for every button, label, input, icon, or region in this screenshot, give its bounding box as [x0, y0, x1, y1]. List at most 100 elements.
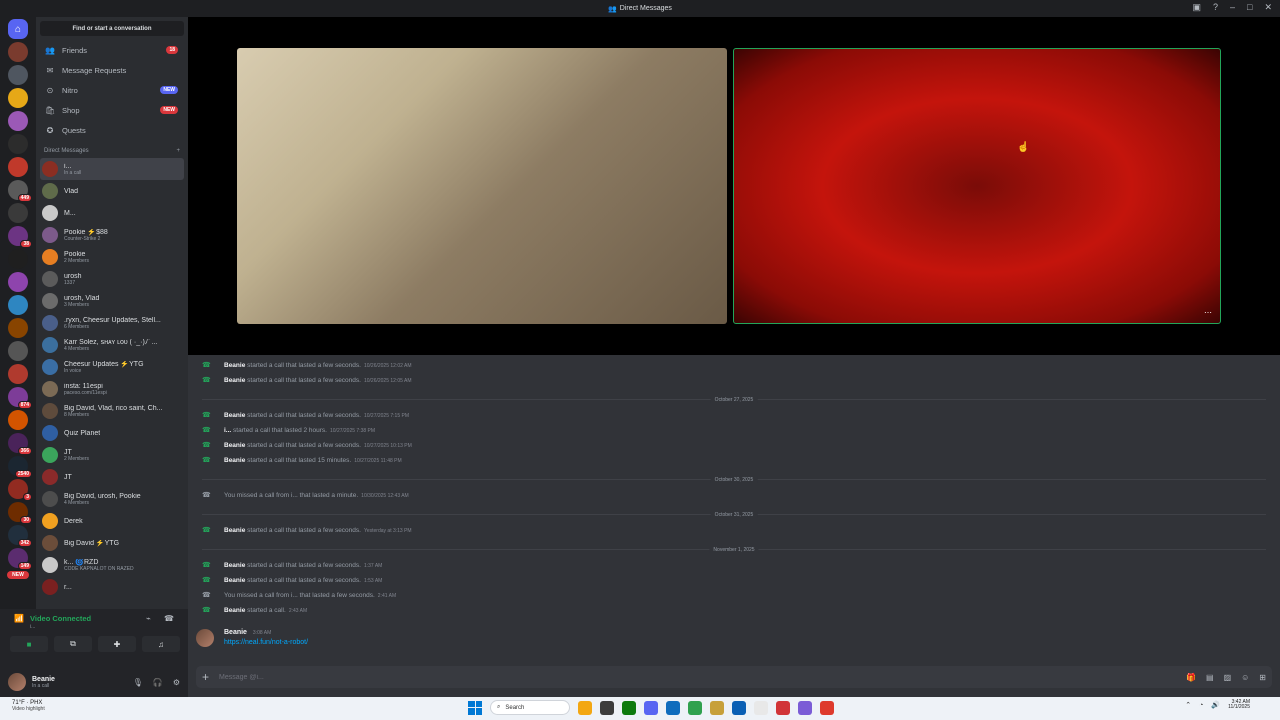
dm-item[interactable]: Cheesur Updates ⚡YTG In voice	[36, 356, 188, 378]
emoji-icon[interactable]: ☺	[1241, 673, 1249, 682]
start-button[interactable]	[468, 700, 482, 715]
dm-item[interactable]: Big David, Vlad, rico saint, Ch... 8 Memb…	[36, 400, 188, 422]
wifi-icon[interactable]: ◔	[1199, 702, 1203, 709]
camera-button[interactable]: ■	[10, 636, 48, 652]
server-icon[interactable]: 149	[8, 548, 32, 570]
dm-item[interactable]: .ryxn, Cheesur Updates, Stell... 6 Member…	[36, 312, 188, 334]
maximize-button[interactable]: □	[1247, 2, 1252, 13]
inbox-icon[interactable]: ▣	[1192, 2, 1201, 13]
dm-item[interactable]: Karr Solez, ꜱʜᴀʏ ʟᴏᴜ ( ·_·)ﾉﾞ... 4 Member…	[36, 334, 188, 356]
dm-item[interactable]: JT 2 Members	[36, 444, 188, 466]
server-icon[interactable]	[8, 42, 28, 62]
server-icon[interactable]: 342	[8, 525, 32, 547]
server-icon[interactable]	[8, 203, 28, 223]
server-icon[interactable]: 38	[8, 226, 32, 248]
volume-icon[interactable]: 🔊	[1211, 701, 1220, 709]
server-icon[interactable]	[8, 134, 28, 154]
chevron-up-icon[interactable]: ⌃	[1185, 701, 1191, 709]
find-conversation-button[interactable]: Find or start a conversation	[40, 21, 184, 36]
apps-icon[interactable]: ⊞	[1259, 673, 1266, 682]
dm-item[interactable]: Vlad	[36, 180, 188, 202]
dm-item[interactable]: Pookie 2 Members	[36, 246, 188, 268]
disconnect-icon[interactable]: ☎	[164, 614, 174, 623]
call-author[interactable]: Beanie	[224, 577, 245, 584]
server-icon[interactable]: 449	[8, 180, 32, 202]
server-icon[interactable]	[8, 88, 28, 108]
sticker-icon[interactable]: ▨	[1224, 673, 1232, 682]
video-tile-beanie[interactable]	[237, 48, 727, 324]
call-author[interactable]: Beanie	[224, 607, 245, 614]
taskbar-app-icon[interactable]	[622, 700, 636, 715]
server-icon[interactable]	[8, 111, 28, 131]
server-icon[interactable]: 2540	[8, 456, 32, 478]
taskbar-app-icon[interactable]	[600, 700, 614, 715]
dm-item[interactable]: Pookie ⚡$88 Counter-Strike 2	[36, 224, 188, 246]
dm-item[interactable]: r...	[36, 576, 188, 598]
server-icon[interactable]	[8, 318, 28, 338]
server-icon[interactable]	[8, 157, 28, 177]
close-button[interactable]: ✕	[1264, 2, 1272, 13]
taskbar-app-icon[interactable]	[710, 700, 724, 715]
voice-status[interactable]: Video Connected	[30, 614, 91, 623]
add-dm-icon[interactable]: +	[176, 148, 180, 154]
avatar[interactable]	[8, 673, 26, 691]
server-icon[interactable]	[8, 410, 28, 430]
dm-item[interactable]: urosh 1337	[36, 268, 188, 290]
gif-icon[interactable]: ▤	[1206, 673, 1214, 682]
nav-item-shop[interactable]: 🛍 Shop NEW	[36, 100, 188, 120]
screen-share-button[interactable]: ⧉	[54, 636, 92, 652]
call-author[interactable]: Beanie	[224, 457, 245, 464]
nav-item-friends[interactable]: 👥 Friends 18	[36, 40, 188, 60]
dm-item[interactable]: k... 🌀RZD CODE KAPNALOT ON RAZED	[36, 554, 188, 576]
taskbar-app-icon[interactable]	[688, 700, 702, 715]
settings-icon[interactable]: ⚙	[173, 678, 180, 687]
server-icon[interactable]	[8, 249, 28, 269]
dm-item[interactable]: Quiz Planet	[36, 422, 188, 444]
call-author[interactable]: Beanie	[224, 527, 245, 534]
home-button[interactable]: ⌂	[8, 19, 28, 39]
call-author[interactable]: i...	[224, 427, 231, 434]
dm-item[interactable]: Big David, urosh, Pookie 4 Members	[36, 488, 188, 510]
server-icon[interactable]: NEW	[7, 571, 29, 579]
dm-item[interactable]: Big David ⚡YTG	[36, 532, 188, 554]
minimize-button[interactable]: –	[1230, 2, 1235, 13]
server-icon[interactable]	[8, 341, 28, 361]
call-author[interactable]: Beanie	[224, 562, 245, 569]
activities-button[interactable]: ✚	[98, 636, 136, 652]
server-icon[interactable]	[8, 65, 28, 85]
call-author[interactable]: Beanie	[224, 442, 245, 449]
taskbar-app-icon[interactable]	[798, 700, 812, 715]
server-icon[interactable]: 874	[8, 387, 32, 409]
taskbar-app-icon[interactable]	[776, 700, 790, 715]
taskbar-app-icon[interactable]	[732, 700, 746, 715]
taskbar-app-icon[interactable]	[820, 700, 834, 715]
nav-item-nitro[interactable]: ⊙ Nitro NEW	[36, 80, 188, 100]
dm-item[interactable]: Derek	[36, 510, 188, 532]
author-avatar[interactable]	[196, 629, 214, 647]
noise-suppression-icon[interactable]: ⌁	[146, 614, 151, 623]
soundboard-button[interactable]: ♫	[142, 636, 180, 652]
more-icon[interactable]: ⋯	[1204, 308, 1212, 317]
nav-item-quests[interactable]: ✪ Quests	[36, 120, 188, 140]
server-icon[interactable]	[8, 272, 28, 292]
message-link[interactable]: https://neal.fun/not-a-robot/	[224, 639, 308, 646]
message-input[interactable]	[219, 673, 1020, 681]
video-tile-i[interactable]: ⋯	[733, 48, 1221, 324]
call-author[interactable]: Beanie	[224, 412, 245, 419]
dm-item[interactable]: M...	[36, 202, 188, 224]
dm-item[interactable]: JT	[36, 466, 188, 488]
server-icon[interactable]: 366	[8, 433, 32, 455]
taskbar-app-icon[interactable]	[644, 700, 658, 715]
server-icon[interactable]: 3	[8, 479, 32, 501]
nav-item-message-requests[interactable]: ✉ Message Requests	[36, 60, 188, 80]
taskbar-app-icon[interactable]	[578, 700, 592, 715]
server-icon[interactable]	[8, 295, 28, 315]
taskbar-search[interactable]: ⌕ Search	[490, 700, 570, 715]
taskbar-app-icon[interactable]	[666, 700, 680, 715]
gift-icon[interactable]: 🎁	[1186, 673, 1196, 682]
server-icon[interactable]	[8, 364, 28, 384]
dm-item[interactable]: i... In a call	[40, 158, 184, 180]
dm-item[interactable]: insta: 11espi paceso.com/11espi	[36, 378, 188, 400]
call-author[interactable]: Beanie	[224, 362, 245, 369]
attach-icon[interactable]: +	[202, 670, 209, 684]
